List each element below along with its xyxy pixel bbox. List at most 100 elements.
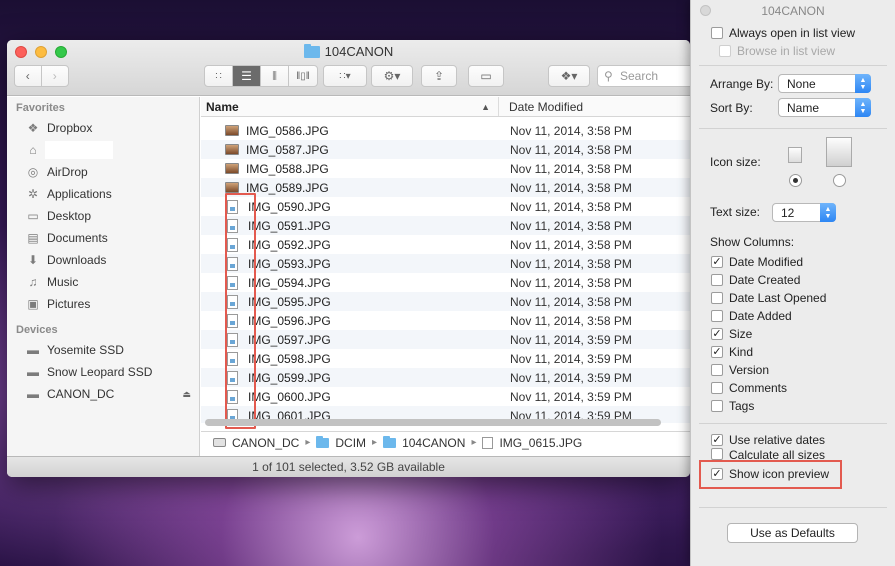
generic-image-file-icon bbox=[227, 389, 238, 404]
file-name: IMG_0599.JPG bbox=[248, 370, 331, 385]
sort-by-value: Name bbox=[787, 100, 820, 115]
gear-icon: ⚙▾ bbox=[383, 69, 401, 83]
file-name-cell: IMG_0587.JPG bbox=[201, 143, 499, 157]
sidebar-item-yosemite-ssd[interactable]: ▬ Yosemite SSD bbox=[7, 339, 199, 361]
sidebar-item-pictures[interactable]: ▣ Pictures bbox=[7, 293, 199, 315]
path-item[interactable]: DCIM bbox=[335, 436, 366, 450]
share-button[interactable]: ⇪ bbox=[421, 65, 457, 87]
table-row[interactable]: IMG_0589.JPG Nov 11, 2014, 3:58 PM bbox=[201, 178, 690, 197]
file-name: IMG_0593.JPG bbox=[248, 256, 331, 271]
horizontal-scrollbar[interactable] bbox=[205, 419, 661, 426]
arrange-button[interactable]: ∷▾ bbox=[323, 65, 367, 87]
always-open-list-checkbox[interactable]: Always open in list view bbox=[711, 24, 855, 42]
table-row[interactable]: IMG_0597.JPG Nov 11, 2014, 3:59 PM bbox=[201, 330, 690, 349]
arrange-by-popup[interactable]: None ▲ ▼ bbox=[778, 74, 871, 93]
sidebar-item-home[interactable]: ⌂ bbox=[7, 139, 199, 161]
name-column-header[interactable]: Name ▲ bbox=[201, 97, 499, 116]
table-row[interactable]: IMG_0586.JPG Nov 11, 2014, 3:58 PM bbox=[201, 121, 690, 140]
sidebar-item-snow-leopard-ssd[interactable]: ▬ Snow Leopard SSD bbox=[7, 361, 199, 383]
devices-header: Devices bbox=[16, 324, 58, 336]
column-view-button[interactable]: ⫼ bbox=[261, 66, 289, 86]
checkbox[interactable] bbox=[711, 400, 723, 412]
dropbox-toolbar-button[interactable]: ❖▾ bbox=[548, 65, 590, 87]
use-as-defaults-button[interactable]: Use as Defaults bbox=[727, 523, 858, 543]
checkbox[interactable] bbox=[711, 364, 723, 376]
sidebar-item-music[interactable]: ♫ Music bbox=[7, 271, 199, 293]
checkbox[interactable]: ✓ bbox=[711, 346, 723, 358]
list-view-button[interactable]: ☰ bbox=[233, 66, 261, 86]
text-size-popup[interactable]: 12 ▲ ▼ bbox=[772, 203, 836, 222]
show-column-checkbox[interactable]: ✓ Size bbox=[711, 325, 752, 343]
checkbox[interactable] bbox=[711, 27, 723, 39]
show-column-checkbox[interactable]: Date Last Opened bbox=[711, 289, 826, 307]
dropbox-icon: ❖ bbox=[27, 121, 39, 135]
favorites-header: Favorites bbox=[16, 102, 65, 114]
date-modified-cell: Nov 11, 2014, 3:58 PM bbox=[510, 142, 632, 157]
show-column-checkbox[interactable]: Comments bbox=[711, 379, 787, 397]
back-button[interactable]: ‹ bbox=[15, 66, 42, 86]
tags-button[interactable]: ▭ bbox=[468, 65, 504, 87]
sidebar-item-documents[interactable]: ▤ Documents bbox=[7, 227, 199, 249]
table-row[interactable]: IMG_0592.JPG Nov 11, 2014, 3:58 PM bbox=[201, 235, 690, 254]
checkbox[interactable] bbox=[711, 310, 723, 322]
sidebar-item-dropbox[interactable]: ❖ Dropbox bbox=[7, 117, 199, 139]
checkbox[interactable]: ✓ bbox=[711, 434, 723, 446]
show-column-checkbox[interactable]: ✓ Date Modified bbox=[711, 253, 803, 271]
show-column-checkbox[interactable]: Version bbox=[711, 361, 769, 379]
table-row[interactable]: IMG_0591.JPG Nov 11, 2014, 3:58 PM bbox=[201, 216, 690, 235]
table-row[interactable]: IMG_0593.JPG Nov 11, 2014, 3:58 PM bbox=[201, 254, 690, 273]
sidebar-item-canon-dc[interactable]: ▬ CANON_DC ⏏ bbox=[7, 383, 199, 405]
table-row[interactable]: IMG_0587.JPG Nov 11, 2014, 3:58 PM bbox=[201, 140, 690, 159]
table-row[interactable]: IMG_0600.JPG Nov 11, 2014, 3:59 PM bbox=[201, 387, 690, 406]
checkbox[interactable]: ✓ bbox=[711, 328, 723, 340]
icon-size-label: Icon size: bbox=[710, 155, 761, 169]
sidebar-item-airdrop[interactable]: ◎ AirDrop bbox=[7, 161, 199, 183]
tag-icon: ▭ bbox=[480, 69, 492, 83]
path-item[interactable]: IMG_0615.JPG bbox=[499, 436, 582, 450]
table-row[interactable]: IMG_0590.JPG Nov 11, 2014, 3:58 PM bbox=[201, 197, 690, 216]
checkbox[interactable] bbox=[711, 292, 723, 304]
table-row[interactable]: IMG_0596.JPG Nov 11, 2014, 3:58 PM bbox=[201, 311, 690, 330]
browse-list-checkbox[interactable]: Browse in list view bbox=[719, 42, 835, 60]
show-column-checkbox[interactable]: ✓ Kind bbox=[711, 343, 753, 361]
checkbox[interactable]: ✓ bbox=[711, 256, 723, 268]
show-column-checkbox[interactable]: Date Created bbox=[711, 271, 800, 289]
search-icon: ⚲ bbox=[604, 69, 613, 83]
sort-by-popup[interactable]: Name ▲ ▼ bbox=[778, 98, 871, 117]
eject-icon[interactable]: ⏏ bbox=[182, 389, 191, 400]
sidebar-item-label: Snow Leopard SSD bbox=[47, 365, 153, 379]
date-modified-column-header[interactable]: Date Modified bbox=[499, 97, 583, 116]
show-column-checkbox[interactable]: Date Added bbox=[711, 307, 792, 325]
sidebar-item-applications[interactable]: ✲ Applications bbox=[7, 183, 199, 205]
search-field[interactable]: ⚲ Search bbox=[597, 65, 690, 87]
path-item[interactable]: CANON_DC bbox=[232, 436, 299, 450]
grid-icon: ∷▾ bbox=[339, 70, 351, 82]
close-button[interactable] bbox=[700, 5, 711, 16]
table-row[interactable]: IMG_0599.JPG Nov 11, 2014, 3:59 PM bbox=[201, 368, 690, 387]
checkbox[interactable] bbox=[711, 382, 723, 394]
file-name-cell: IMG_0586.JPG bbox=[201, 124, 499, 138]
large-icon-radio[interactable] bbox=[833, 174, 846, 187]
checkbox[interactable] bbox=[711, 448, 723, 460]
calculate-all-sizes-checkbox[interactable]: Calculate all sizes bbox=[711, 448, 825, 460]
show-column-checkbox[interactable]: Tags bbox=[711, 397, 754, 415]
checkbox[interactable] bbox=[719, 45, 731, 57]
generic-image-file-icon bbox=[227, 237, 238, 252]
use-relative-dates-checkbox[interactable]: ✓ Use relative dates bbox=[711, 431, 825, 449]
path-item[interactable]: 104CANON bbox=[402, 436, 465, 450]
cover-flow-button[interactable]: ‖▯‖ bbox=[289, 66, 317, 86]
checkbox[interactable] bbox=[711, 274, 723, 286]
small-icon-radio[interactable] bbox=[789, 174, 802, 187]
table-row[interactable]: IMG_0588.JPG Nov 11, 2014, 3:58 PM bbox=[201, 159, 690, 178]
sidebar-item-downloads[interactable]: ⬇ Downloads bbox=[7, 249, 199, 271]
icon-view-button[interactable]: ∷ bbox=[205, 66, 233, 86]
action-button[interactable]: ⚙▾ bbox=[371, 65, 413, 87]
applications-icon: ✲ bbox=[27, 187, 39, 201]
table-row[interactable]: IMG_0595.JPG Nov 11, 2014, 3:58 PM bbox=[201, 292, 690, 311]
table-row[interactable]: IMG_0594.JPG Nov 11, 2014, 3:58 PM bbox=[201, 273, 690, 292]
sidebar-item-desktop[interactable]: ▭ Desktop bbox=[7, 205, 199, 227]
file-name: IMG_0594.JPG bbox=[248, 275, 331, 290]
date-modified-cell: Nov 11, 2014, 3:59 PM bbox=[510, 332, 632, 347]
forward-button[interactable]: › bbox=[42, 66, 68, 86]
table-row[interactable]: IMG_0598.JPG Nov 11, 2014, 3:59 PM bbox=[201, 349, 690, 368]
